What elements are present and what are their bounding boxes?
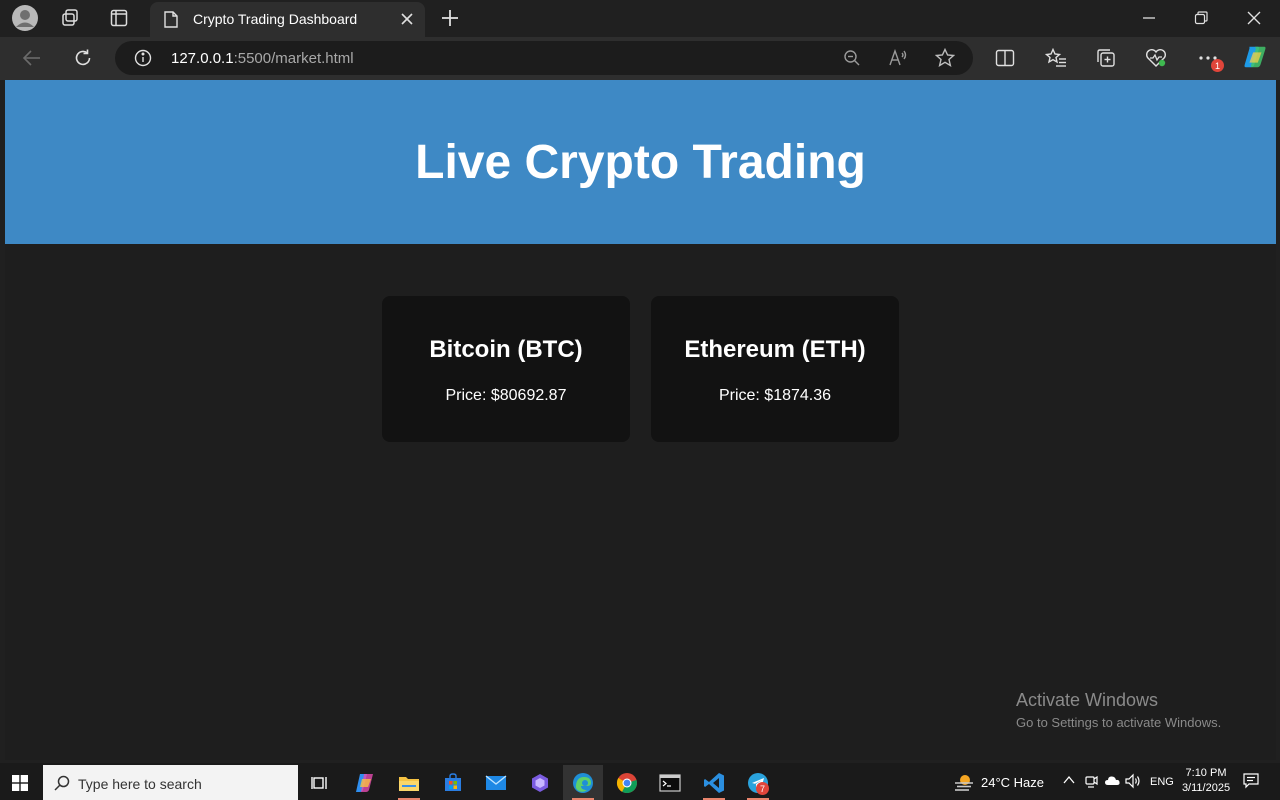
favorites-list-icon[interactable] bbox=[1043, 45, 1069, 71]
tab-title: Crypto Trading Dashboard bbox=[193, 11, 358, 27]
task-view-icon[interactable] bbox=[300, 765, 340, 800]
clock[interactable]: 7:10 PM 3/11/2025 bbox=[1176, 767, 1236, 794]
vscode-icon[interactable] bbox=[694, 765, 734, 800]
new-tab-plus-icon[interactable] bbox=[432, 4, 468, 32]
site-info-icon[interactable] bbox=[134, 49, 152, 67]
watermark-title: Activate Windows bbox=[1016, 690, 1159, 710]
coin-name: Bitcoin (BTC) bbox=[429, 336, 583, 363]
minimize-icon[interactable] bbox=[1131, 4, 1167, 32]
clock-time: 7:10 PM bbox=[1185, 767, 1227, 779]
close-tab-icon[interactable] bbox=[397, 9, 417, 29]
meet-now-icon[interactable] bbox=[1084, 773, 1098, 789]
terminal-icon[interactable] bbox=[650, 765, 690, 800]
copilot-taskbar-icon[interactable] bbox=[345, 765, 385, 800]
mail-icon[interactable] bbox=[476, 765, 516, 800]
onedrive-cloud-icon[interactable] bbox=[1104, 775, 1120, 786]
favorite-star-icon[interactable] bbox=[932, 45, 958, 71]
search-icon bbox=[54, 775, 70, 791]
browser-title-bar: Crypto Trading Dashboard bbox=[0, 0, 1280, 37]
bing-icon[interactable] bbox=[520, 765, 560, 800]
browser-toolbar: 127.0.0.1:5500/market.html 1 bbox=[0, 37, 1280, 80]
split-screen-icon[interactable] bbox=[992, 45, 1018, 71]
watermark-subtitle: Go to Settings to activate Windows. bbox=[1016, 715, 1222, 730]
collections-icon[interactable] bbox=[1093, 45, 1119, 71]
clock-date: 3/11/2025 bbox=[1181, 782, 1231, 794]
browser-essentials-icon[interactable] bbox=[1143, 45, 1169, 71]
restore-icon[interactable] bbox=[1183, 4, 1219, 32]
url-text[interactable]: 127.0.0.1:5500/market.html bbox=[171, 50, 354, 67]
read-aloud-icon[interactable] bbox=[886, 45, 912, 71]
weather-haze-icon[interactable] bbox=[953, 772, 975, 792]
weather-text[interactable]: 24°C Haze bbox=[981, 775, 1044, 790]
profile-avatar-icon[interactable] bbox=[7, 4, 43, 32]
show-hidden-icons-chevron-up-icon[interactable] bbox=[1063, 775, 1075, 785]
crypto-card-eth: Ethereum (ETH) Price: $1874.36 bbox=[651, 296, 899, 442]
refresh-icon[interactable] bbox=[70, 45, 96, 71]
volume-speaker-icon[interactable] bbox=[1125, 773, 1141, 789]
file-explorer-icon[interactable] bbox=[389, 765, 429, 800]
tab-crypto-trading-dashboard[interactable]: Crypto Trading Dashboard bbox=[150, 2, 425, 37]
windows-start-icon[interactable] bbox=[0, 765, 40, 800]
close-window-icon[interactable] bbox=[1236, 4, 1272, 32]
page-header: Live Crypto Trading bbox=[5, 80, 1276, 244]
activate-windows-watermark: Activate Windows Go to Settings to activ… bbox=[1016, 690, 1221, 730]
chrome-icon[interactable] bbox=[607, 765, 647, 800]
telegram-unread-badge: 7 bbox=[756, 782, 769, 795]
microsoft-store-icon[interactable] bbox=[433, 765, 473, 800]
crypto-card-btc: Bitcoin (BTC) Price: $80692.87 bbox=[382, 296, 630, 442]
coin-price: Price: $80692.87 bbox=[445, 387, 567, 404]
copilot-icon[interactable] bbox=[1242, 44, 1268, 70]
address-bar[interactable]: 127.0.0.1:5500/market.html bbox=[115, 41, 973, 75]
edge-browser-icon[interactable] bbox=[563, 765, 603, 800]
taskbar: Type here to search 7 24°C Haze ENG 7:10… bbox=[0, 763, 1280, 800]
url-path: :5500/market.html bbox=[233, 50, 354, 67]
notification-center-icon[interactable] bbox=[1243, 773, 1259, 789]
zoom-icon[interactable] bbox=[839, 45, 865, 71]
url-host: 127.0.0.1 bbox=[171, 50, 234, 67]
page-title: Live Crypto Trading bbox=[415, 135, 866, 189]
page-viewport: Live Crypto Trading Bitcoin (BTC) Price:… bbox=[5, 80, 1276, 760]
page-icon bbox=[164, 11, 178, 28]
input-language[interactable]: ENG bbox=[1150, 776, 1174, 788]
search-placeholder: Type here to search bbox=[78, 776, 202, 792]
coin-name: Ethereum (ETH) bbox=[684, 336, 866, 363]
vertical-tabs-icon[interactable] bbox=[101, 4, 137, 32]
back-arrow-icon[interactable] bbox=[19, 45, 45, 71]
notification-badge: 1 bbox=[1211, 59, 1224, 72]
taskbar-search-box[interactable]: Type here to search bbox=[43, 765, 298, 800]
workspaces-icon[interactable] bbox=[52, 4, 88, 32]
coin-price: Price: $1874.36 bbox=[718, 387, 832, 404]
